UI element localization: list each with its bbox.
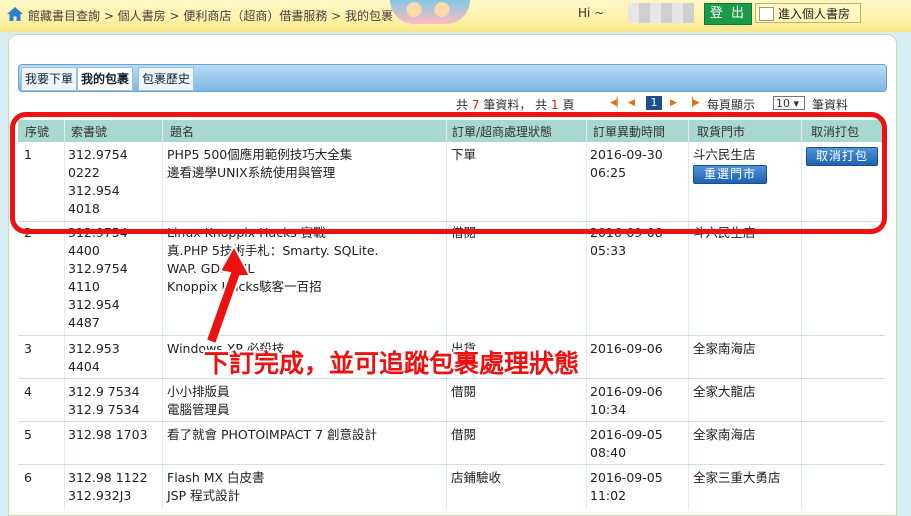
row2-callno-5: 312.954 xyxy=(68,297,120,312)
row4-callno-1: 312.9 7534 xyxy=(68,384,140,399)
row6-title-2[interactable]: JSP 程式設計 xyxy=(167,487,240,505)
user-name-redacted xyxy=(628,3,694,23)
per-page-label: 每頁顯示 xyxy=(707,98,756,112)
total-count: 7 xyxy=(471,98,480,112)
tab-place-order[interactable]: 我要下單 xyxy=(21,67,78,91)
row3-date: 2016-09-06 xyxy=(590,341,663,356)
row6-clock: 11:02 xyxy=(590,488,627,503)
row4-date: 2016-09-06 xyxy=(590,384,663,399)
row4-status: 借閱 xyxy=(451,384,477,399)
row5-clock: 08:40 xyxy=(590,445,627,460)
row2-callno-4: 4110 xyxy=(68,279,100,294)
row-divider xyxy=(18,421,885,422)
total-suffix: 筆資料， xyxy=(483,98,532,112)
row2-callno-3: 312.9754 xyxy=(68,261,128,276)
row6-no: 6 xyxy=(24,470,32,485)
row3-no: 3 xyxy=(24,341,32,356)
row2-clock: 05:33 xyxy=(590,243,627,258)
breadcrumb[interactable]: 館藏書目查詢 > 個人書房 > 便利商店（超商）借書服務 > 我的包裹 xyxy=(28,7,393,24)
row6-status: 店鋪驗收 xyxy=(451,470,502,485)
row6-callno-1: 312.98 1122 xyxy=(68,470,148,485)
logout-button[interactable]: 登 出 xyxy=(704,3,752,25)
banner-illustration xyxy=(390,0,470,24)
tab-my-packages[interactable]: 我的包裹 xyxy=(77,67,134,91)
row4-title-2[interactable]: 電腦管理員 xyxy=(167,401,230,419)
prev-page-icon[interactable]: ◀ xyxy=(628,98,635,108)
pagination-summary: 共 7 筆資料， 共 1 頁 xyxy=(456,96,574,113)
row-divider xyxy=(18,335,885,336)
row4-no: 4 xyxy=(24,384,32,399)
row5-title-1[interactable]: 看了就會 PHOTOIMPACT 7 創意設計 xyxy=(167,426,377,444)
broken-image-icon xyxy=(759,7,774,21)
per-page-suffix: 筆資料 xyxy=(812,98,849,112)
pages-suffix: 頁 xyxy=(562,98,575,112)
row3-callno-1: 312.953 xyxy=(68,341,120,356)
row6-store: 全家三重大勇店 xyxy=(693,470,781,485)
per-page-select[interactable]: 10 ▾ xyxy=(773,96,805,110)
row5-status: 借閱 xyxy=(451,427,477,442)
enter-personal-study-button[interactable]: 進入個人書房 xyxy=(755,3,861,23)
annotation-text: 下訂完成，並可追蹤包裹處理狀態 xyxy=(204,349,580,378)
row4-store: 全家大龍店 xyxy=(693,384,756,399)
row6-title-1[interactable]: Flash MX 白皮書 xyxy=(167,469,265,487)
first-page-icon[interactable]: ◀▏ xyxy=(610,98,624,108)
row-divider xyxy=(18,464,885,465)
row2-callno-6: 4487 xyxy=(68,315,100,330)
user-greeting: Hi ~ xyxy=(578,6,605,20)
tab-package-history[interactable]: 包裹歷史 xyxy=(138,67,195,91)
total-prefix: 共 xyxy=(456,98,469,112)
row5-date: 2016-09-05 xyxy=(590,427,663,442)
annotation-arrow-icon xyxy=(204,243,252,346)
row6-callno-2: 312.932J3 xyxy=(68,488,132,503)
row5-no: 5 xyxy=(24,427,32,442)
row5-store: 全家南海店 xyxy=(693,427,756,442)
current-page[interactable]: 1 xyxy=(646,96,662,110)
row4-callno-2: 312.9 7534 xyxy=(68,402,140,417)
highlight-frame xyxy=(10,112,887,234)
row4-clock: 10:34 xyxy=(590,402,627,417)
home-icon[interactable] xyxy=(6,6,24,22)
row3-store: 全家南海店 xyxy=(693,341,756,356)
row2-callno-2: 4400 xyxy=(68,243,100,258)
row3-callno-2: 4404 xyxy=(68,359,100,374)
next-page-icon[interactable]: ▶ xyxy=(670,98,677,108)
row5-callno-1: 312.98 1703 xyxy=(68,427,148,442)
row6-date: 2016-09-05 xyxy=(590,470,663,485)
last-page-icon[interactable]: ▕▶ xyxy=(686,98,700,108)
pages-prefix: 共 xyxy=(535,98,548,112)
enter-personal-study-label: 進入個人書房 xyxy=(778,7,851,21)
pages-count: 1 xyxy=(551,98,559,112)
row4-title-1[interactable]: 小小排版員 xyxy=(167,383,230,401)
